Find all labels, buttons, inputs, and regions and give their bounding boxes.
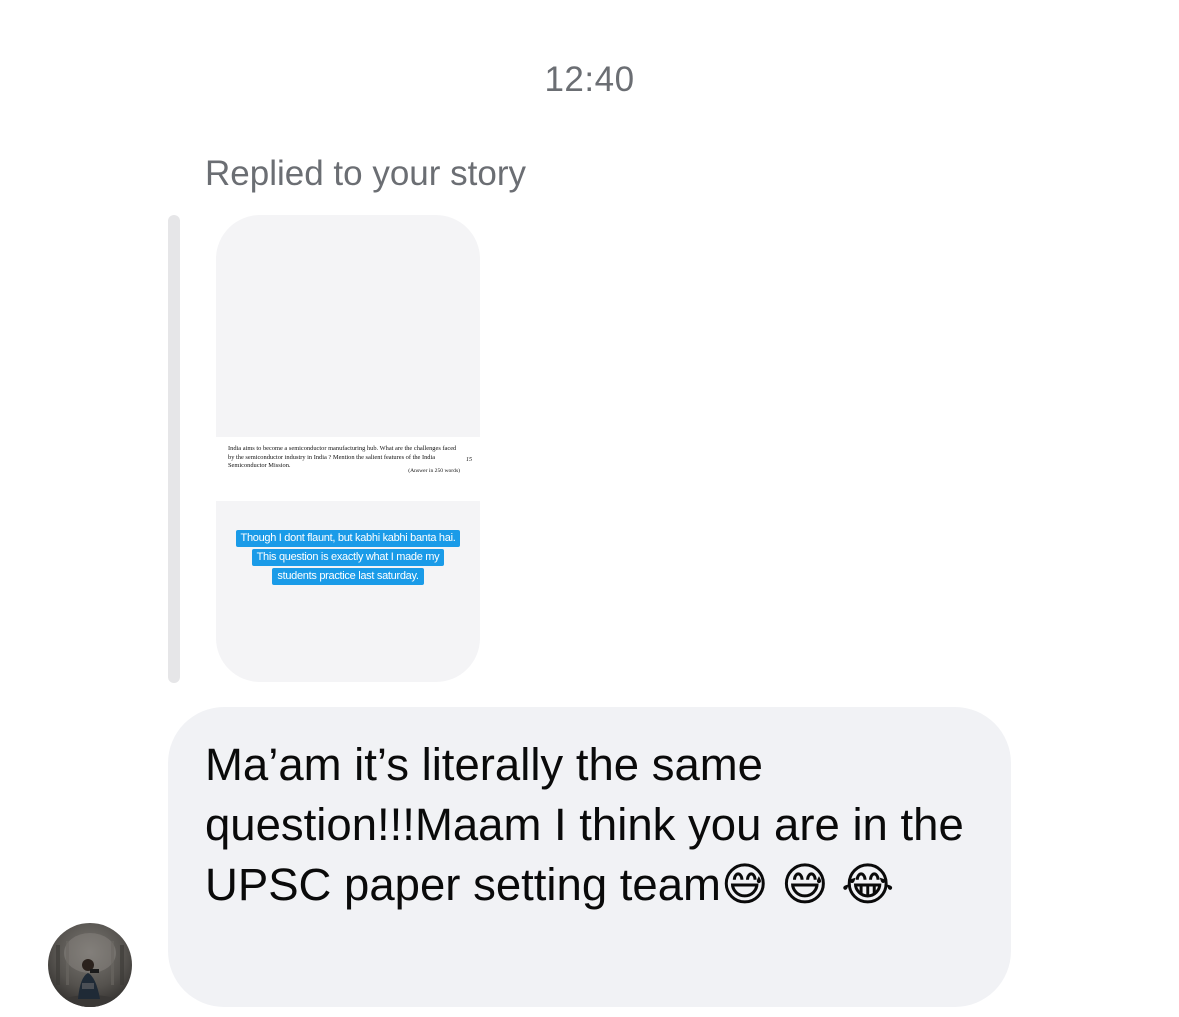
message-text: Ma’am it’s literally the same question!!… <box>205 739 977 910</box>
replied-to-story-label: Replied to your story <box>205 154 526 193</box>
profile-photo-avatar-icon <box>48 923 132 1007</box>
message-bubble[interactable]: Ma’am it’s literally the same question!!… <box>168 707 1011 1007</box>
story-caption-line: students practice last saturday. <box>272 568 424 585</box>
reply-indicator-bar <box>168 215 180 683</box>
story-question-text: India aims to become a semiconductor man… <box>228 445 457 469</box>
story-caption: Though I dont flaunt, but kabhi kabhi ba… <box>216 528 480 585</box>
story-caption-line: Though I dont flaunt, but kabhi kabhi ba… <box>235 530 461 547</box>
sender-avatar[interactable] <box>48 923 132 1007</box>
story-question-image: India aims to become a semiconductor man… <box>216 437 480 501</box>
story-word-limit: (Answer in 250 words) <box>408 468 460 474</box>
message-timestamp: 12:40 <box>544 60 635 99</box>
story-marks: 15 <box>466 457 472 463</box>
story-caption-line: This question is exactly what I made my <box>251 549 445 566</box>
story-preview[interactable]: India aims to become a semiconductor man… <box>216 215 480 682</box>
